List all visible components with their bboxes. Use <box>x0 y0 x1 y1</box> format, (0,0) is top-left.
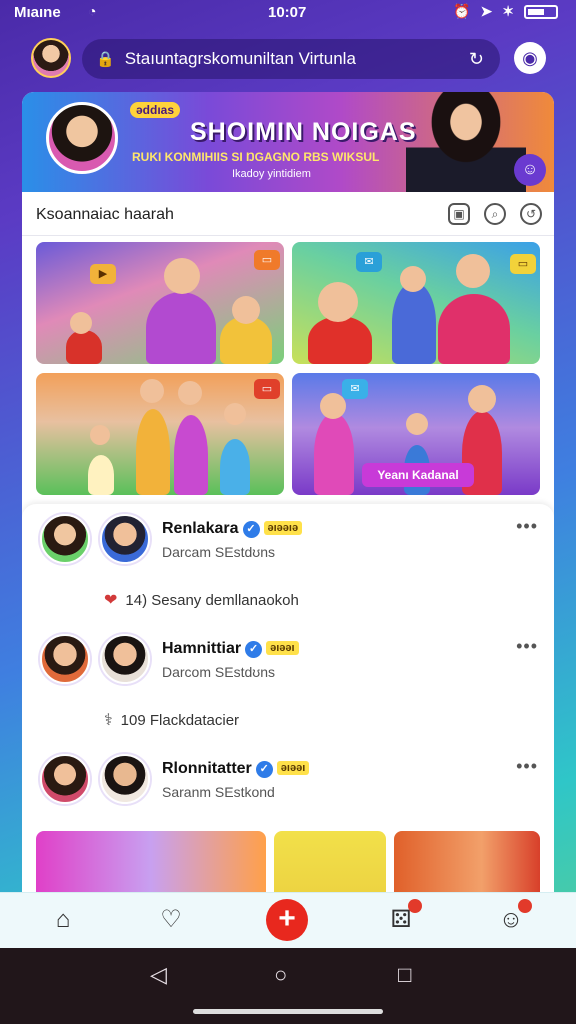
banner-brand-badge: ǝddıas <box>130 102 181 118</box>
banner-portrait <box>46 102 118 174</box>
main-card: ǝddıas SHOIMIN NOIGAS RUKI KONMIHIIS SI … <box>22 92 554 952</box>
post-meta: Saranm SEstkond <box>162 784 275 800</box>
bottom-navigation: ⌂ ♡ + ⚄ ☺ <box>0 892 576 948</box>
tile-caption: Yeanı Kadanal <box>362 463 474 487</box>
more-options-icon[interactable]: ••• <box>516 636 538 657</box>
post-author[interactable]: Renlakara <box>162 520 239 537</box>
avatar[interactable] <box>40 634 90 684</box>
location-pin-button[interactable]: ◉ <box>514 42 546 74</box>
search-bar[interactable]: 🔒 Staıuntagrskomuniltan Virtunla ↻ <box>82 39 500 79</box>
post-meta: Darcam SEstdʊns <box>162 544 275 560</box>
avatar[interactable] <box>40 754 90 804</box>
media-tile[interactable]: ▭ ▶ <box>36 242 284 364</box>
avatar[interactable] <box>100 754 150 804</box>
section-title: Ksoannaiac haarah <box>36 206 174 223</box>
search-text: Staıuntagrskomuniltan Virtunla <box>124 49 356 68</box>
banner-tagline: Ikadoy yintidiem <box>232 168 311 180</box>
wifi-icon: ◔ <box>88 3 97 19</box>
banner-title: SHOIMIN NOIGAS <box>190 118 417 146</box>
recents-icon[interactable]: □ <box>398 962 411 988</box>
add-button[interactable]: + <box>266 899 308 941</box>
post-stat: 14) Sesany demllanaokoh <box>125 592 299 609</box>
lock-icon: 🔒 <box>96 51 115 68</box>
back-icon[interactable]: ◁ <box>150 962 167 988</box>
post-tag: ǝıǝəı <box>266 641 299 655</box>
signal-icon: ✶ <box>502 3 514 19</box>
media-tile[interactable]: ✉ Yeanı Kadanal <box>292 373 540 495</box>
feed-post[interactable]: Hamnittiar ✓ ǝıǝəı Darcom SEstdʊns ••• ⚕ 10… <box>22 624 554 744</box>
play-icon: ▶ <box>90 264 116 284</box>
chat-heart-icon[interactable]: ♡ <box>154 903 188 937</box>
banner-subtitle: RUKI KONMIHIIS SI ŊGAGNO RBS WIKSUL <box>132 150 380 164</box>
avatar[interactable] <box>40 514 90 564</box>
verified-icon: ✓ <box>242 521 260 538</box>
chat-bubble-icon: ▭ <box>510 254 536 274</box>
post-tag: ǝıǝəıǝ <box>263 521 303 535</box>
location-arrow-icon: ➤ <box>480 3 493 19</box>
notification-badge <box>518 899 532 913</box>
post-meta: Darcom SEstdʊns <box>162 664 275 680</box>
section-header: Ksoannaiac haarah ▣ ⌕ ↺ <box>22 194 554 236</box>
search-icon[interactable]: ⌕ <box>484 203 506 225</box>
chat-bubble-icon: ▭ <box>254 379 280 399</box>
verified-icon: ✓ <box>255 761 273 778</box>
media-tile[interactable]: ✉ ▭ <box>292 242 540 364</box>
message-icon: ✉ <box>356 252 382 272</box>
alarm-icon: ⏰ <box>453 3 471 19</box>
refresh-icon[interactable]: ↺ <box>520 203 542 225</box>
notification-badge <box>408 899 422 913</box>
message-icon: ✉ <box>342 379 368 399</box>
post-tag: ǝıǝəı <box>276 761 310 775</box>
dice-icon[interactable]: ⚄ <box>384 899 422 937</box>
battery-icon <box>524 4 558 19</box>
top-bar: 🔒 Staıuntagrskomuniltan Virtunla ↻ ◉ <box>0 36 576 84</box>
avatar[interactable] <box>100 634 150 684</box>
home-icon[interactable]: ⌂ <box>46 903 80 937</box>
grid-icon[interactable]: ▣ <box>448 203 470 225</box>
chat-bubble-icon: ▭ <box>254 250 280 270</box>
user-avatar[interactable] <box>31 38 71 78</box>
banner-person-image <box>406 92 526 192</box>
more-options-icon[interactable]: ••• <box>516 756 538 777</box>
avatar[interactable] <box>100 514 150 564</box>
post-stat: 109 Flackdatacier <box>120 712 240 729</box>
emoji-icon[interactable]: ☺ <box>514 154 546 186</box>
profile-icon[interactable]: ☺ <box>494 899 532 937</box>
feed-post[interactable]: Renlakara ✓ ǝıǝəıǝ Darcam SEstdʊns ••• ❤ 14… <box>22 504 554 624</box>
post-author[interactable]: Hamnittiar <box>162 640 241 657</box>
media-tile[interactable]: ▭ <box>36 373 284 495</box>
promo-banner[interactable]: ǝddıas SHOIMIN NOIGAS RUKI KONMIHIIS SI … <box>22 92 554 192</box>
status-bar: Mıaıne ◔ 10:07 ⏰ ➤ ✶ <box>0 0 576 28</box>
system-navigation-bar: ◁ ○ □ <box>0 948 576 1024</box>
stethoscope-icon[interactable]: ⚕ <box>104 712 113 729</box>
clock: 10:07 <box>268 4 307 21</box>
home-circle-icon[interactable]: ○ <box>274 962 287 988</box>
heart-icon[interactable]: ❤ <box>104 592 117 609</box>
reload-icon[interactable]: ↻ <box>469 49 484 70</box>
carrier-name: Mıaıne <box>14 4 61 21</box>
gesture-pill[interactable] <box>193 1009 383 1014</box>
verified-icon: ✓ <box>245 641 263 658</box>
post-author[interactable]: Rlonnitatter <box>162 760 252 777</box>
more-options-icon[interactable]: ••• <box>516 516 538 537</box>
